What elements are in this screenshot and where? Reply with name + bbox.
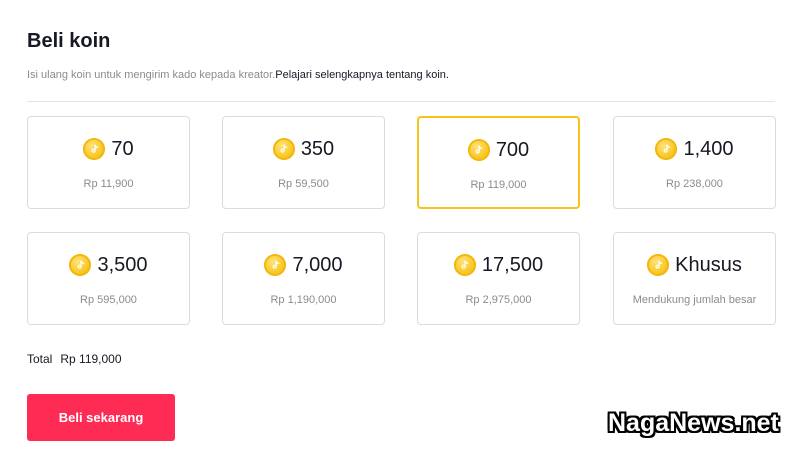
watermark: NagaNews.net [608,409,779,437]
buy-now-button[interactable]: Beli sekarang [27,394,175,441]
tiktok-coin-icon [69,254,92,276]
coin-amount: 1,400 [683,137,734,160]
tiktok-coin-icon [264,254,287,276]
coin-package-card[interactable]: 3,500 Rp 595,000 [27,232,190,325]
total-label: Total [27,352,53,366]
page-subtitle: Isi ulang koin untuk mengirim kado kepad… [27,69,449,81]
coin-amount: 70 [111,137,134,160]
coin-amount: 17,500 [481,253,544,276]
coin-price: Rp 595,000 [80,294,137,306]
header-divider [27,101,775,102]
subtitle-text: Isi ulang koin untuk mengirim kado kepad… [27,69,276,81]
coin-price: Rp 119,000 [470,179,527,191]
tiktok-coin-icon [83,138,106,160]
coin-package-card[interactable]: 17,500 Rp 2,975,000 [417,232,580,325]
coin-package-card-selected[interactable]: 700 Rp 119,000 [417,116,580,209]
coin-amount: 7,000 [292,253,343,276]
coin-amount: 700 [495,138,530,161]
page-title: Beli koin [27,30,111,52]
coin-price: Rp 2,975,000 [465,294,532,306]
learn-more-link[interactable]: Pelajari selengkapnya tentang koin. [275,69,449,81]
coin-amount: 3,500 [97,253,148,276]
tiktok-coin-icon [647,254,670,276]
coin-package-card[interactable]: 350 Rp 59,500 [222,116,385,209]
total-value: Rp 119,000 [60,352,122,366]
total-row: Total Rp 119,000 [27,352,122,366]
tiktok-coin-icon [453,254,476,276]
coin-package-card[interactable]: 70 Rp 11,900 [27,116,190,209]
coin-amount: Khusus [675,253,742,276]
tiktok-coin-icon [655,138,678,160]
coin-price: Mendukung jumlah besar [632,294,757,306]
coin-package-card[interactable]: 1,400 Rp 238,000 [613,116,776,209]
coin-price: Rp 59,500 [278,178,329,190]
custom-coin-package-card[interactable]: Khusus Mendukung jumlah besar [613,232,776,325]
coin-price: Rp 238,000 [666,178,723,190]
coin-amount: 350 [300,137,335,160]
coin-package-card[interactable]: 7,000 Rp 1,190,000 [222,232,385,325]
tiktok-coin-icon [467,139,490,161]
coin-price: Rp 11,900 [83,178,134,190]
tiktok-coin-icon [272,138,295,160]
coin-price: Rp 1,190,000 [270,294,337,306]
